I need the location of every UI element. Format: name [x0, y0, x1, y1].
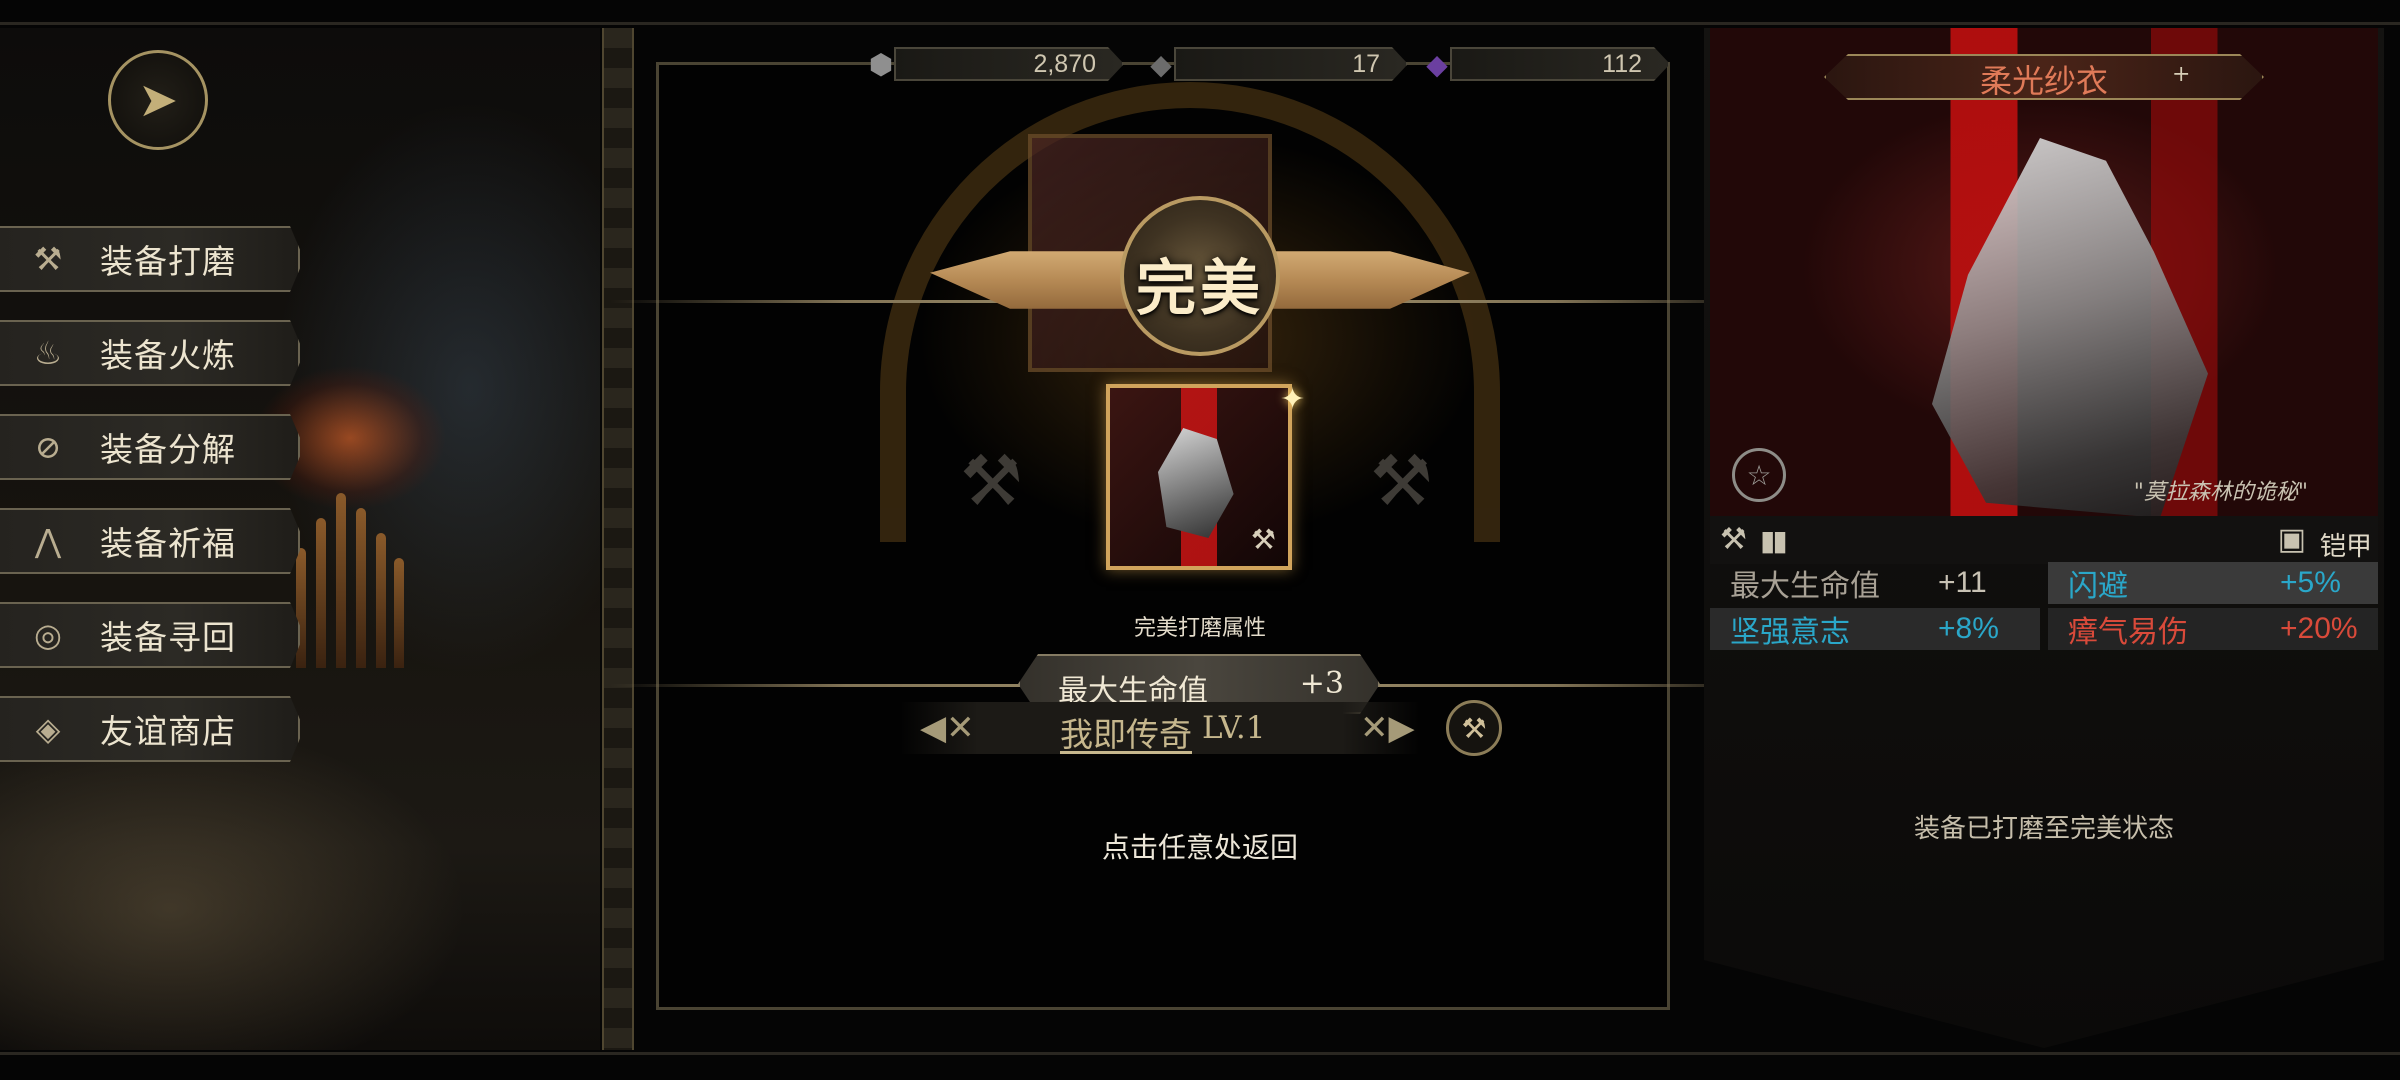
item-stat-value: +11	[1938, 566, 1987, 599]
legend-skill-name[interactable]: 我即传奇	[1060, 708, 1192, 756]
menu-item-label: 装备打磨	[100, 242, 236, 281]
item-status: 装备已打磨至完美状态	[1913, 814, 2174, 844]
torch-throne	[290, 488, 410, 668]
star-icon: ☆	[1746, 458, 1772, 492]
favorite-star-button[interactable]: ☆	[1732, 448, 1786, 502]
hammer-icon: ⚒	[1461, 711, 1487, 745]
top-border	[0, 22, 2400, 25]
item-plus: +	[2172, 62, 2191, 87]
item-stat-value: +20%	[2280, 612, 2358, 645]
hammer-decoration-icon: ⚒	[1370, 440, 1433, 522]
item-stat-name: 坚强意志	[1730, 615, 1850, 650]
currency-2: ◆ 17	[1140, 44, 1408, 84]
item-slot-label: 铠甲	[2319, 532, 2372, 562]
back-arrow-icon: ➤	[137, 72, 179, 128]
sparkle-icon: ✦	[1280, 382, 1306, 417]
menu-item-label: 友谊商店	[100, 712, 236, 751]
arrow-left-icon[interactable]: ◀✕	[920, 708, 975, 748]
pillar-divider	[602, 28, 634, 1050]
currency-amount: 112	[1450, 47, 1670, 81]
iron-ore-icon: ◆	[1150, 47, 1172, 81]
legend-skill-row: ◀✕ 我即传奇 LV.1 ✕▶	[900, 702, 1420, 754]
menu-item-label: 装备分解	[100, 430, 236, 469]
item-name: 柔光纱衣	[1979, 62, 2108, 100]
target-icon: ◎	[34, 616, 62, 654]
item-portrait: ⚒	[1106, 384, 1292, 570]
return-hint: 点击任意处返回	[1101, 831, 1298, 864]
result-title: 完美	[1136, 254, 1264, 324]
pray-hands-icon: ⋀	[34, 522, 62, 560]
item-detail-panel: 柔光纱衣 + ☆ "莫拉森林的诡秘" ⚒ ▮▮ ▣ 铠甲 最大生命值 +11 闪避 +…	[1704, 28, 2384, 1050]
item-figure	[1158, 428, 1234, 538]
currency-amount: 2,870	[894, 47, 1124, 81]
item-stat-name: 最大生命值	[1730, 569, 1880, 604]
item-stat: 闪避 +5%	[2048, 562, 2378, 604]
item-stat-name: 闪避	[2068, 569, 2128, 604]
silver-ore-icon: ⬢	[868, 47, 894, 81]
item-stat: 最大生命值 +11	[1710, 562, 2040, 604]
result-stat-value: +3	[1299, 666, 1344, 701]
menu-item-label: 装备祈福	[100, 524, 236, 563]
menu-item-5[interactable]: ◎ 装备寻回	[0, 602, 300, 668]
menu-item-2[interactable]: ♨ 装备火炼	[0, 320, 300, 386]
currency-amount: 17	[1174, 47, 1408, 81]
hammer-icon: ⚒	[1720, 522, 1747, 557]
currency-3: ◆ 112	[1416, 44, 1670, 84]
menu-item-label: 装备火炼	[100, 336, 236, 375]
polish-button[interactable]: ⚒	[1446, 700, 1502, 756]
bottom-border	[0, 1052, 2400, 1055]
item-info-row: ⚒ ▮▮ ▣ 铠甲	[1710, 516, 2378, 564]
item-quote: "莫拉森林的诡秘"	[2133, 480, 2308, 505]
polish-level-icon: ▮▮	[1760, 524, 1788, 557]
flame-icon: ♨	[33, 334, 63, 372]
currency-1: ⬢ 2,870	[860, 44, 1124, 84]
hammer-icon: ⚒	[33, 240, 63, 278]
item-stat-name: 瘴气易伤	[2068, 615, 2188, 650]
armor-icon: ▣	[2277, 522, 2306, 557]
back-button[interactable]: ➤	[108, 50, 208, 150]
item-stat-value: +8%	[1938, 612, 1999, 645]
item-stat: 瘴气易伤 +20%	[2048, 608, 2378, 650]
menu-item-3[interactable]: ⊘ 装备分解	[0, 414, 300, 480]
purple-crystal-icon: ◆	[1426, 47, 1448, 81]
item-stat-value: +5%	[2280, 566, 2341, 599]
menu-item-6[interactable]: ◈ 友谊商店	[0, 696, 300, 762]
hammer-decoration-icon: ⚒	[960, 440, 1023, 522]
result-subtitle: 完美打磨属性	[1133, 616, 1266, 641]
menu-item-4[interactable]: ⋀ 装备祈福	[0, 508, 300, 574]
decompose-icon: ⊘	[34, 428, 62, 466]
item-figure-large	[1932, 138, 2208, 518]
item-stat: 坚强意志 +8%	[1710, 608, 2040, 650]
legend-skill-level: LV.1	[1202, 710, 1266, 746]
fox-icon: ◈	[35, 710, 61, 748]
menu-item-1[interactable]: ⚒ 装备打磨	[0, 226, 300, 292]
polished-hammer-icon: ⚒	[1250, 523, 1276, 556]
menu-item-label: 装备寻回	[100, 618, 236, 657]
arrow-right-icon[interactable]: ✕▶	[1360, 708, 1415, 748]
